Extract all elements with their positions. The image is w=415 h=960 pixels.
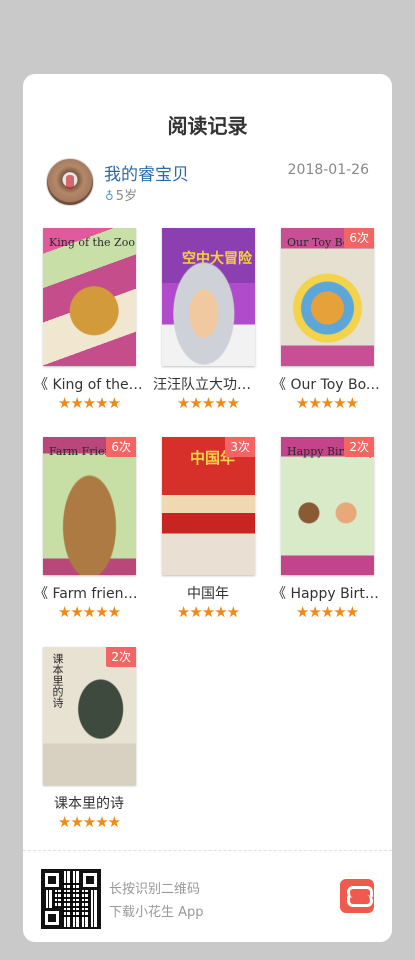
book-cover[interactable]: 课本里的诗 2次 [43,647,136,785]
xiaohuasheng-logo-icon [340,879,374,913]
record-date: 2018-01-26 [287,162,369,178]
page-title: 阅读记录 [167,114,248,138]
profile-name[interactable]: 我的睿宝贝 [104,160,189,185]
rating-stars: ★★★★★ [176,603,240,621]
read-count-badge: 3次 [225,437,255,457]
book-name: 《 King of the Zoo》 [34,377,144,393]
reading-record-card: 阅读记录 我的睿宝贝 ♁ 5岁 2018-01-26 King of the Zo… [23,74,392,942]
read-count-badge: 2次 [106,647,136,667]
book-cover[interactable]: King of the Zoo [43,228,136,366]
read-count-badge: 2次 [344,437,374,457]
age-text: 5岁 [115,189,138,204]
book-cover[interactable]: Happy Birthday 2次 [281,437,374,575]
qr-finder [42,870,62,890]
cover-title: 课本里的诗 [51,653,64,708]
read-count-badge: 6次 [106,437,136,457]
book-cover[interactable]: 中国年 3次 [162,437,255,575]
profile-age: ♁ 5岁 [105,185,137,204]
avatar[interactable] [46,158,94,206]
rating-stars: ★★★★★ [57,813,121,831]
rating-stars: ★★★★★ [176,394,240,412]
qr-hint-text: 长按识别二维码 [109,882,201,897]
footer-divider [23,850,392,851]
rating-stars: ★★★★★ [295,603,359,621]
rating-stars: ★★★★★ [57,603,121,621]
book-name: 中国年 [187,586,229,602]
qr-finder [42,908,62,928]
rating-stars: ★★★★★ [57,394,121,412]
qr-code[interactable] [41,869,101,929]
book-cover[interactable]: Our Toy Box 6次 [281,228,374,366]
book-cover[interactable]: 空中大冒险 [162,228,255,366]
download-app-text: 下载小花生 App [109,905,204,920]
cover-title: 空中大冒险 [182,251,252,267]
cover-title: King of the Zoo [49,236,135,249]
book-name: 汪汪队立大功：空中大冒险 [153,377,263,393]
book-name: 《 Our Toy Box》 [272,377,382,393]
book-name: 课本里的诗 [54,796,124,812]
book-name: 《 Happy Birthday》 [272,586,382,602]
qr-finder [80,870,100,890]
person-icon: ♁ [105,189,114,203]
book-cover[interactable]: Farm Friends 6次 [43,437,136,575]
rating-stars: ★★★★★ [295,394,359,412]
read-count-badge: 6次 [344,228,374,248]
book-name: 《 Farm friends》 [34,586,144,602]
